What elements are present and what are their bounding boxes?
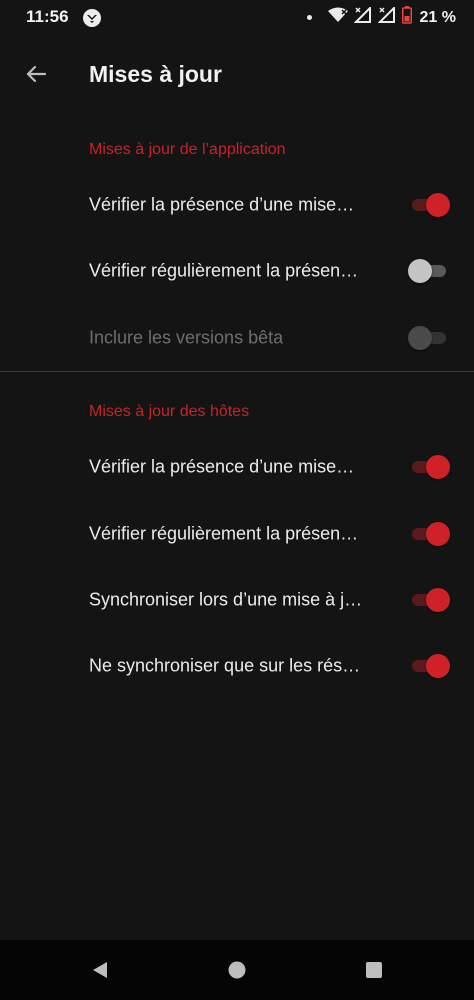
signal-icon [377,5,396,28]
page-title: Mises à jour [89,61,222,87]
toggle-switch-sync-on-update[interactable] [408,587,450,613]
switch-thumb [426,588,450,612]
system-navigation-bar [0,940,474,1000]
setting-label: Inclure les versions bêta [89,327,284,348]
wifi-icon [327,7,348,28]
section-header-hosts-updates: Mises à jour des hôtes [89,403,250,420]
toggle-switch-periodic-app-check[interactable] [408,258,450,284]
setting-row-include-beta: Inclure les versions bêta [0,305,474,371]
setting-label: Vérifier régulièrement la présen… [89,260,359,281]
toggle-switch-include-beta [408,325,450,351]
dot-icon [306,15,312,20]
signal-icon [353,5,372,28]
toggle-switch-check-hosts-update[interactable] [408,454,450,480]
recents-square-icon [366,962,382,978]
status-bar: 11:56 21 % [0,0,474,36]
setting-row-check-app-update[interactable]: Vérifier la présence d’une mise… [0,172,474,238]
switch-thumb [426,654,450,678]
setting-label: Ne synchroniser que sur les rés… [89,655,361,676]
toggle-switch-sync-unmetered-only[interactable] [408,653,450,679]
status-icons: 21 % [306,5,456,29]
section-divider [0,371,474,372]
setting-label: Synchroniser lors d’une mise à j… [89,589,363,610]
shield-app-icon [82,8,102,28]
setting-label: Vérifier la présence d’une mise… [89,194,355,215]
home-circle-icon [228,961,246,979]
setting-label: Vérifier la présence d’une mise… [89,456,355,477]
battery-icon [401,6,412,29]
setting-row-check-hosts-update[interactable]: Vérifier la présence d’une mise… [0,434,474,500]
section-header-application-updates: Mises à jour de l’application [89,141,286,158]
setting-row-periodic-app-check[interactable]: Vérifier régulièrement la présen… [0,238,474,304]
switch-thumb [426,455,450,479]
nav-recents-button[interactable] [362,958,386,982]
setting-row-periodic-hosts-check[interactable]: Vérifier régulièrement la présen… [0,501,474,567]
back-triangle-icon [93,962,107,978]
setting-row-sync-on-update[interactable]: Synchroniser lors d’une mise à j… [0,567,474,633]
nav-back-button[interactable] [88,958,112,982]
toggle-switch-check-app-update[interactable] [408,192,450,218]
switch-thumb [408,259,432,283]
switch-thumb [426,193,450,217]
arrow-left-icon [26,65,47,83]
battery-percentage: 21 % [419,8,456,26]
app-bar: Mises à jour [0,38,474,112]
back-button[interactable] [16,54,56,94]
setting-label: Vérifier régulièrement la présen… [89,523,359,544]
switch-thumb [408,326,432,350]
setting-row-sync-unmetered-only[interactable]: Ne synchroniser que sur les rés… [0,633,474,699]
nav-home-button[interactable] [225,958,249,982]
switch-thumb [426,522,450,546]
toggle-switch-periodic-hosts-check[interactable] [408,521,450,547]
status-time: 11:56 [26,7,69,26]
